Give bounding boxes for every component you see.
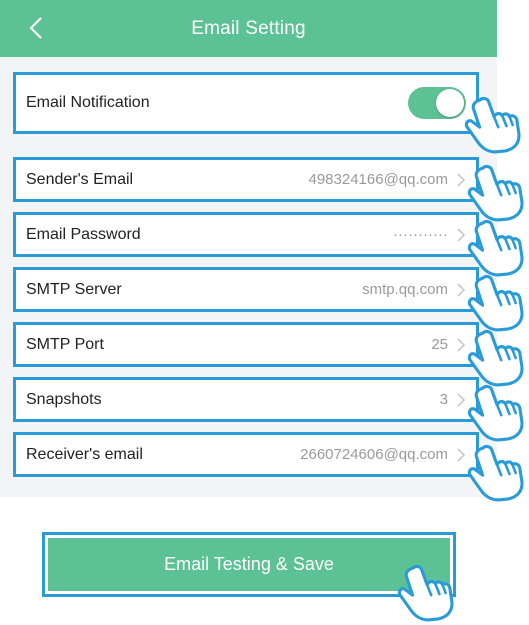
hand-pointer-icon — [467, 444, 524, 502]
hand-pointer-icon — [467, 274, 524, 332]
row-label: Receiver's email — [26, 445, 143, 463]
email-notification-label: Email Notification — [26, 94, 150, 111]
receivers-email-row[interactable]: Receiver's email 2660724606@qq.com — [13, 432, 479, 477]
row-label: SMTP Server — [26, 280, 122, 298]
hand-pointer-icon — [467, 329, 524, 387]
email-notification-toggle[interactable] — [408, 87, 466, 119]
row-value: 3 — [439, 391, 448, 408]
smtp-server-row[interactable]: SMTP Server smtp.qq.com — [13, 267, 479, 312]
row-label: SMTP Port — [26, 335, 104, 353]
email-setting-screen: Email Setting Email Notification Sender'… — [0, 0, 529, 625]
row-value: smtp.qq.com — [362, 281, 448, 298]
back-button[interactable] — [22, 14, 50, 42]
smtp-port-row[interactable]: SMTP Port 25 — [13, 322, 479, 367]
hand-pointer-icon — [467, 384, 524, 442]
email-password-row[interactable]: Email Password ··········· — [13, 212, 479, 257]
hand-pointer-icon — [467, 164, 524, 222]
chevron-left-icon — [29, 17, 42, 39]
senders-email-row[interactable]: Sender's Email 498324166@qq.com — [13, 157, 479, 202]
row-label: Snapshots — [26, 390, 102, 408]
snapshots-row[interactable]: Snapshots 3 — [13, 377, 479, 422]
row-value: 25 — [431, 336, 448, 353]
toggle-knob — [436, 89, 464, 117]
row-label: Sender's Email — [26, 170, 134, 188]
row-value: 498324166@qq.com — [308, 171, 449, 188]
email-notification-row: Email Notification — [13, 72, 479, 134]
hand-pointer-icon — [397, 564, 454, 622]
row-label: Email Password — [26, 225, 141, 243]
hand-pointer-icon — [467, 219, 524, 277]
page-title: Email Setting — [191, 17, 306, 39]
hand-pointer-icon — [464, 96, 521, 154]
row-value: ··········· — [393, 226, 448, 243]
row-value: 2660724606@qq.com — [300, 446, 448, 463]
email-testing-save-button[interactable]: Email Testing & Save — [48, 538, 450, 591]
header-bar: Email Setting — [0, 0, 497, 57]
